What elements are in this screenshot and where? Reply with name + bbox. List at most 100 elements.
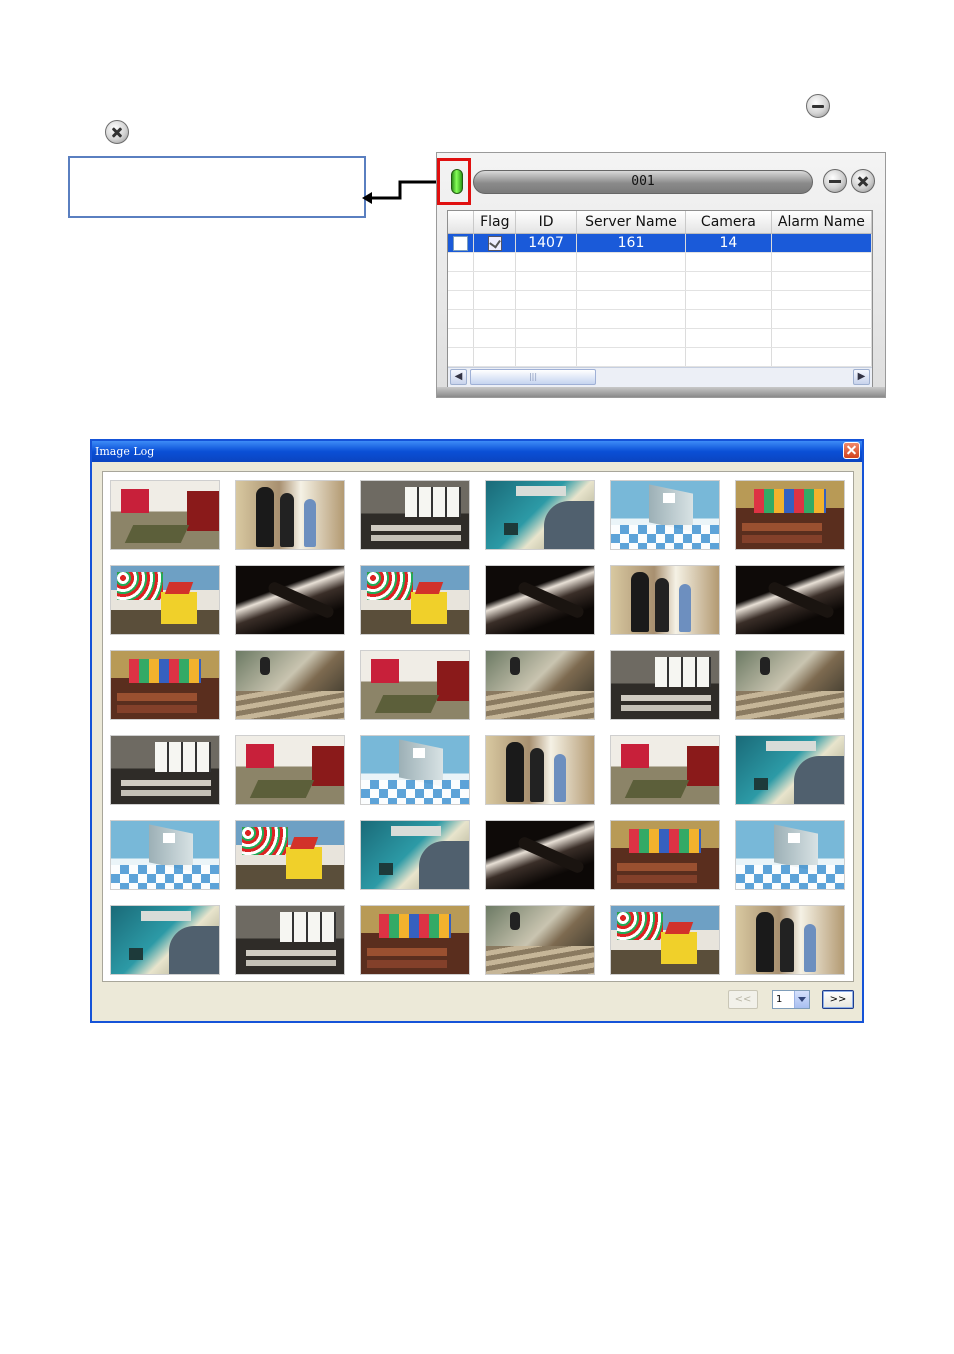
image-thumbnail-walkers[interactable] — [610, 565, 720, 635]
scroll-left-icon[interactable]: ◀ — [450, 369, 467, 385]
image-thumbnail-elevator[interactable] — [610, 480, 720, 550]
thumbnail-detail — [804, 924, 816, 972]
row-checkbox[interactable] — [453, 235, 469, 251]
callout-box — [68, 156, 366, 218]
image-thumbnail-walkers[interactable] — [485, 735, 595, 805]
column-header-flag[interactable]: Flag — [473, 211, 517, 234]
thumbnail-detail — [621, 744, 649, 768]
thumbnail-detail — [766, 580, 836, 620]
thumbnail-detail — [413, 748, 425, 758]
image-thumbnail-classroom-color[interactable] — [610, 820, 720, 890]
thumbnail-detail — [736, 865, 844, 889]
image-thumbnail-atm[interactable] — [485, 480, 595, 550]
image-thumbnail-shadow[interactable] — [235, 565, 345, 635]
thumbnail-detail — [246, 950, 336, 956]
image-thumbnail-playhouse[interactable] — [235, 820, 345, 890]
thumbnail-detail — [624, 780, 690, 798]
image-thumbnail-stairs[interactable] — [735, 650, 845, 720]
alarm-panel: 001 Flag ID Server Name Camera Alarm Nam… — [436, 152, 886, 398]
column-header-select[interactable] — [448, 211, 475, 234]
thumbnail-detail — [280, 912, 336, 942]
thumbnail-detail — [780, 918, 794, 972]
image-thumbnail-classroom-red[interactable] — [360, 650, 470, 720]
scroll-right-icon[interactable]: ▶ — [853, 369, 870, 385]
panel-title-bar[interactable]: 001 — [473, 170, 813, 194]
window-close-button[interactable] — [843, 442, 860, 459]
image-thumbnail-shadow[interactable] — [735, 565, 845, 635]
panel-minimize-button[interactable] — [823, 169, 847, 193]
thumbnail-detail — [242, 827, 288, 855]
column-header-alarm-name[interactable]: Alarm Name — [771, 211, 872, 234]
previous-page-button[interactable]: << — [728, 990, 758, 1009]
image-log-window: Image Log << 1 >> — [90, 439, 864, 1023]
thumbnail-detail — [312, 746, 344, 786]
thumbnail-detail — [664, 922, 694, 934]
row-checkbox-cell[interactable] — [448, 233, 475, 253]
thumbnail-detail — [544, 501, 594, 549]
image-thumbnail-classroom-color[interactable] — [360, 905, 470, 975]
thumbnail-detail — [155, 742, 211, 772]
image-thumbnail-walkers[interactable] — [735, 905, 845, 975]
thumbnail-detail — [736, 691, 844, 719]
thumbnail-grid — [110, 480, 846, 975]
window-title: Image Log — [95, 445, 155, 458]
image-thumbnail-shadow[interactable] — [485, 565, 595, 635]
thumbnail-detail — [617, 912, 663, 940]
image-thumbnail-classroom-red[interactable] — [610, 735, 720, 805]
thumbnail-detail — [617, 863, 697, 871]
thumbnail-detail — [794, 756, 844, 804]
column-header-id[interactable]: ID — [515, 211, 577, 234]
image-thumbnail-atm[interactable] — [110, 905, 220, 975]
green-status-light-icon[interactable] — [451, 169, 463, 194]
image-thumbnail-elevator[interactable] — [735, 820, 845, 890]
page-select[interactable]: 1 — [772, 990, 810, 1009]
scrollbar-thumb[interactable]: ||| — [470, 369, 596, 385]
image-thumbnail-desks-bw[interactable] — [235, 905, 345, 975]
image-log-title-bar[interactable]: Image Log — [92, 441, 862, 462]
image-thumbnail-desks-bw[interactable] — [110, 735, 220, 805]
thumbnail-detail — [111, 865, 219, 889]
close-circle-icon — [105, 120, 129, 144]
column-header-camera[interactable]: Camera — [685, 211, 772, 234]
flag-icon[interactable] — [487, 235, 502, 251]
next-page-button[interactable]: >> — [822, 990, 854, 1009]
image-thumbnail-elevator[interactable] — [360, 735, 470, 805]
thumbnail-detail — [679, 584, 691, 632]
panel-close-button[interactable] — [851, 169, 875, 193]
image-thumbnail-atm[interactable] — [735, 735, 845, 805]
thumbnail-detail — [371, 659, 399, 683]
thumbnail-detail — [486, 946, 594, 974]
row-flag-cell[interactable] — [473, 233, 517, 253]
image-thumbnail-playhouse[interactable] — [610, 905, 720, 975]
image-thumbnail-classroom-color[interactable] — [735, 480, 845, 550]
thumbnail-detail — [655, 657, 711, 687]
image-thumbnail-playhouse[interactable] — [360, 565, 470, 635]
thumbnail-detail — [788, 833, 800, 843]
horizontal-scrollbar[interactable]: ◀ ||| ▶ — [448, 367, 872, 387]
image-thumbnail-playhouse[interactable] — [110, 565, 220, 635]
image-thumbnail-elevator[interactable] — [110, 820, 220, 890]
image-thumbnail-stairs[interactable] — [485, 905, 595, 975]
image-thumbnail-desks-bw[interactable] — [610, 650, 720, 720]
thumbnail-detail — [141, 911, 191, 921]
row-server-name: 161 — [576, 233, 687, 253]
thumbnail-detail — [516, 486, 566, 496]
image-thumbnail-shadow[interactable] — [485, 820, 595, 890]
thumbnail-detail — [289, 837, 319, 849]
thumbnail-detail — [554, 754, 566, 802]
thumbnail-detail — [621, 695, 711, 701]
chevron-down-icon[interactable] — [794, 991, 809, 1008]
image-thumbnail-classroom-red[interactable] — [110, 480, 220, 550]
table-row[interactable]: 1407 161 14 — [448, 233, 872, 253]
image-thumbnail-stairs[interactable] — [235, 650, 345, 720]
image-thumbnail-desks-bw[interactable] — [360, 480, 470, 550]
column-header-server-name[interactable]: Server Name — [576, 211, 687, 234]
image-thumbnail-classroom-red[interactable] — [235, 735, 345, 805]
image-thumbnail-walkers[interactable] — [235, 480, 345, 550]
thumbnail-detail — [124, 525, 190, 543]
image-thumbnail-classroom-color[interactable] — [110, 650, 220, 720]
page-select-value: 1 — [776, 994, 783, 1005]
image-thumbnail-atm[interactable] — [360, 820, 470, 890]
image-thumbnail-stairs[interactable] — [485, 650, 595, 720]
thumbnail-detail — [611, 525, 719, 549]
